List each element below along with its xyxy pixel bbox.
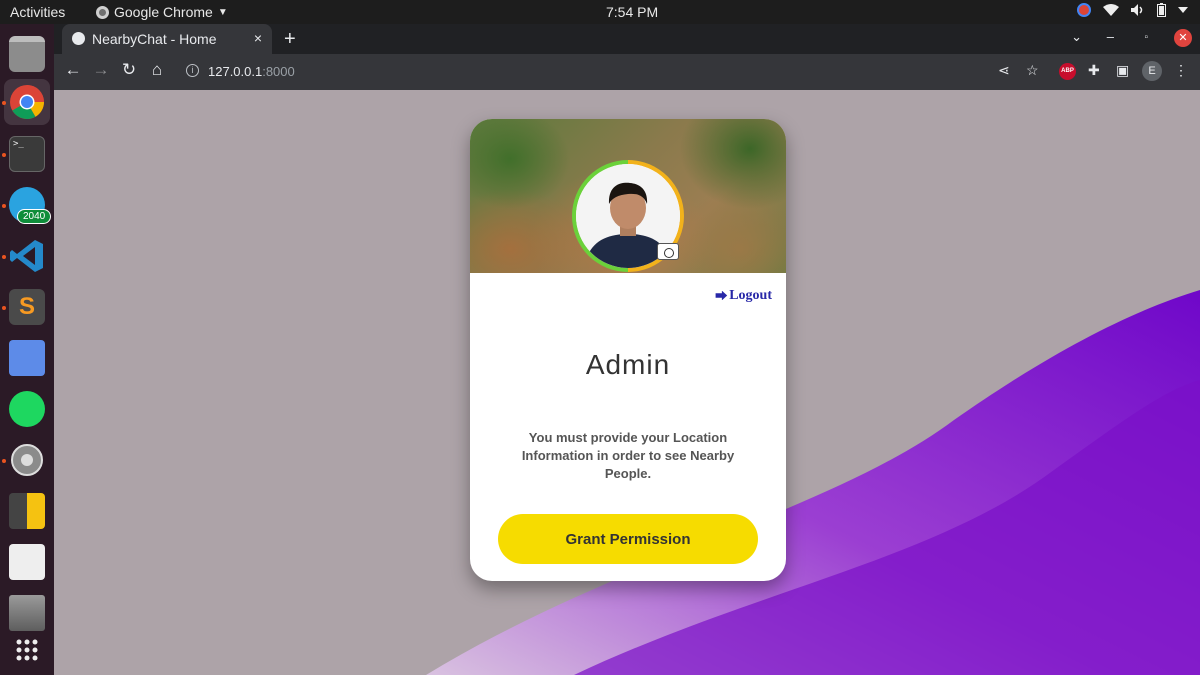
running-indicator xyxy=(2,459,6,463)
activities-button[interactable]: Activities xyxy=(10,4,65,20)
url-text: 127.0.0.1:8000 xyxy=(208,64,295,79)
dock: >_ 2040 S xyxy=(0,24,54,675)
volume-icon[interactable] xyxy=(1131,4,1145,16)
chrome-tray-icon[interactable] xyxy=(1077,3,1091,17)
battery-icon[interactable] xyxy=(1157,3,1166,17)
sublime-app[interactable]: S xyxy=(9,289,45,325)
user-name: Admin xyxy=(585,349,671,380)
adblock-plus-icon[interactable]: ABP xyxy=(1059,63,1076,80)
window-close-icon[interactable]: ✕ xyxy=(1174,29,1192,47)
running-indicator xyxy=(2,306,6,310)
browser-toolbar: ← → ↻ ⌂ i 127.0.0.1:8000 ⋖ ☆ ABP ✚ ▣ E ⋮ xyxy=(54,54,1200,90)
tab-nearbychat-home[interactable]: NearbyChat - Home × xyxy=(62,24,272,54)
address-bar[interactable]: i 127.0.0.1:8000 xyxy=(180,59,986,85)
caret-down-icon: ▼ xyxy=(217,6,228,18)
chrome-icon xyxy=(96,5,109,19)
sign-out-icon: ⮕ xyxy=(715,289,728,303)
new-tab-button[interactable]: + xyxy=(284,28,296,51)
app-menu[interactable]: Google Chrome ▼ xyxy=(96,4,228,20)
running-indicator xyxy=(2,153,6,157)
tasks-app[interactable] xyxy=(9,340,45,376)
grant-permission-button[interactable]: Grant Permission xyxy=(498,514,758,564)
settings-app[interactable] xyxy=(9,442,45,478)
location-permission-message: You must provide your Location Informati… xyxy=(521,430,735,481)
change-photo-camera-icon[interactable] xyxy=(657,243,679,260)
logout-label: Logout xyxy=(729,287,772,303)
wifi-icon[interactable] xyxy=(1103,4,1119,16)
tab-strip: NearbyChat - Home × + ⌄ – ▫ ✕ xyxy=(54,24,1200,54)
share-icon[interactable]: ⋖ xyxy=(998,62,1010,79)
extensions-puzzle-icon[interactable]: ✚ xyxy=(1088,62,1100,79)
power-menu-icon[interactable] xyxy=(1178,6,1188,14)
tab-title: NearbyChat - Home xyxy=(92,31,217,47)
page-viewport: ⮕ Logout Admin You must provide your Loc… xyxy=(54,90,1200,675)
bookmark-star-icon[interactable]: ☆ xyxy=(1026,62,1039,79)
calculator-app[interactable] xyxy=(9,493,45,529)
system-tray[interactable] xyxy=(1077,3,1188,17)
globe-icon xyxy=(72,32,85,45)
show-apps-button[interactable] xyxy=(9,636,45,672)
tweaks-app[interactable] xyxy=(9,544,45,580)
grid-icon xyxy=(16,639,38,661)
settings-icon xyxy=(11,444,43,476)
chrome-icon xyxy=(10,85,44,119)
running-indicator xyxy=(2,255,6,259)
side-panel-icon[interactable]: ▣ xyxy=(1116,62,1129,79)
files-app[interactable] xyxy=(9,36,45,72)
vscode-app[interactable] xyxy=(9,238,45,274)
url-host: 127.0.0.1 xyxy=(208,64,263,79)
spotify-app[interactable] xyxy=(9,391,45,427)
back-button[interactable]: ← xyxy=(62,60,84,80)
tab-search-icon[interactable]: ⌄ xyxy=(1071,29,1082,45)
telegram-badge: 2040 xyxy=(17,209,52,224)
vscode-icon xyxy=(10,240,43,272)
reload-button[interactable]: ↻ xyxy=(118,60,140,80)
app-menu-label: Google Chrome xyxy=(114,4,213,20)
running-indicator xyxy=(2,204,6,208)
minimize-icon[interactable]: – xyxy=(1107,29,1114,44)
chrome-window: NearbyChat - Home × + ⌄ – ▫ ✕ ← → ↻ ⌂ i … xyxy=(54,24,1200,675)
url-port: :8000 xyxy=(262,64,295,79)
clock[interactable]: 7:54 PM xyxy=(606,4,658,20)
close-tab-icon[interactable]: × xyxy=(254,30,262,46)
chrome-app[interactable] xyxy=(4,79,50,125)
chrome-menu-icon[interactable]: ⋮ xyxy=(1174,62,1188,79)
terminal-app[interactable]: >_ xyxy=(9,136,45,172)
site-info-icon[interactable]: i xyxy=(186,64,199,77)
home-button[interactable]: ⌂ xyxy=(146,60,168,80)
profile-card: ⮕ Logout Admin You must provide your Loc… xyxy=(470,119,786,581)
profile-avatar[interactable]: E xyxy=(1142,61,1162,81)
logout-link[interactable]: ⮕ Logout xyxy=(715,287,772,304)
running-indicator xyxy=(2,101,6,105)
system-top-bar: Activities Google Chrome ▼ 7:54 PM xyxy=(0,0,1200,24)
restore-icon[interactable]: ▫ xyxy=(1144,32,1148,43)
drive-app[interactable] xyxy=(9,595,45,631)
forward-button[interactable]: → xyxy=(90,60,112,80)
